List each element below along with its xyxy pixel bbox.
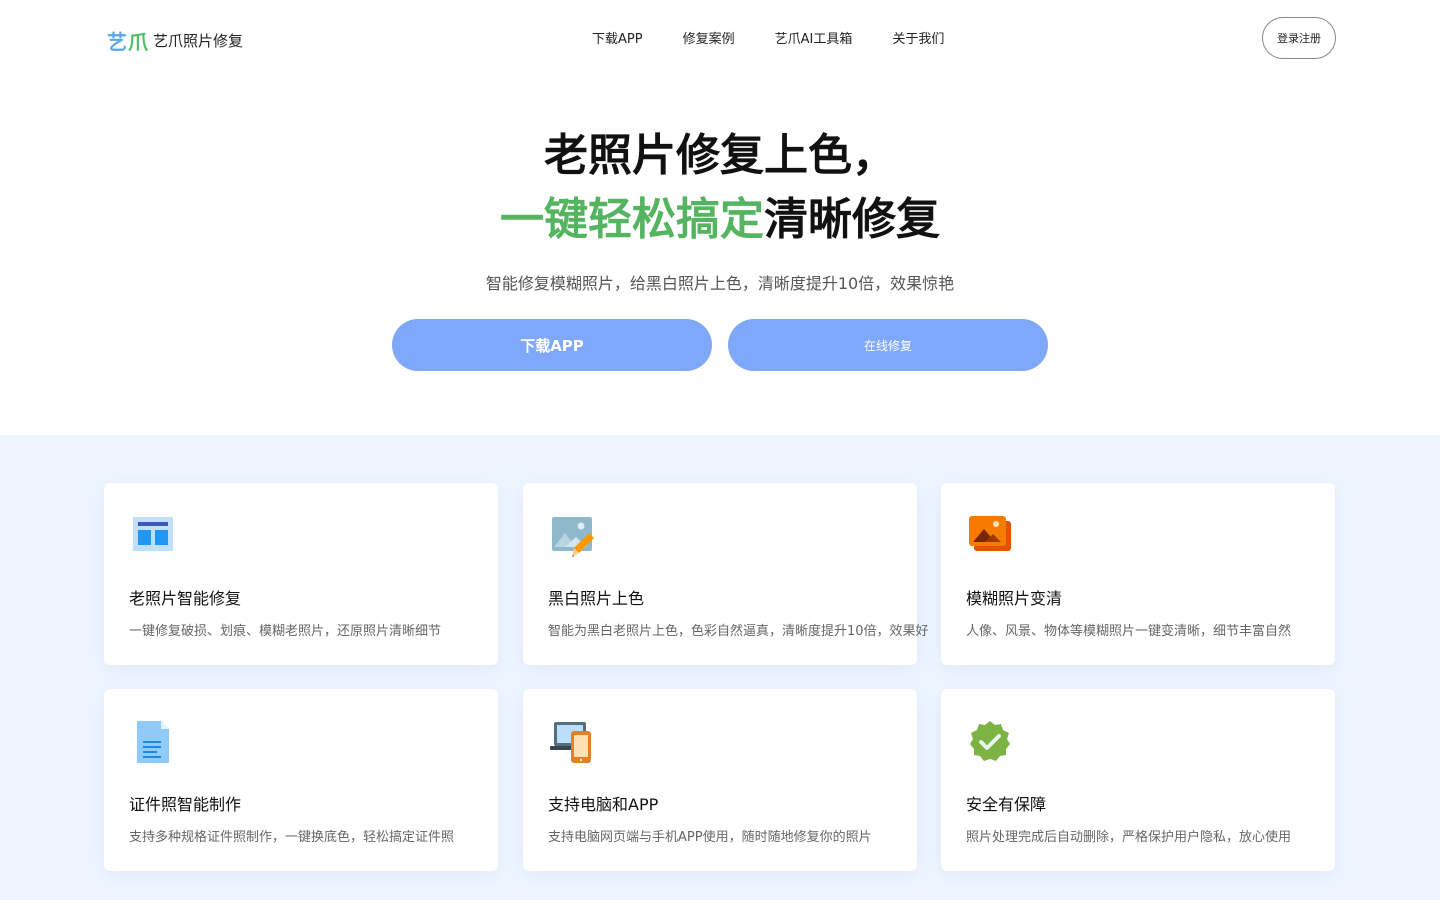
- online-repair-button[interactable]: 在线修复: [728, 319, 1048, 371]
- feature-title: 老照片智能修复: [129, 589, 242, 608]
- feature-card-repair[interactable]: 老照片智能修复 一键修复破损、划痕、模糊老照片，还原照片清晰细节: [104, 483, 498, 665]
- hero-title-line1: 老照片修复上色，: [544, 130, 896, 181]
- feature-title: 证件照智能制作: [129, 795, 242, 814]
- header: 艺爪 艺爪照片修复 下载APP 修复案例 艺爪AI工具箱 关于我们 登录注册: [0, 0, 1440, 76]
- nav-download-app[interactable]: 下载APP: [592, 28, 643, 47]
- hero-section: 老照片修复上色， 一键轻松搞定清晰修复 智能修复模糊照片，给黑白照片上色，清晰度…: [0, 76, 1440, 435]
- devices-icon: [549, 719, 595, 765]
- feature-desc: 支持电脑网页端与手机APP使用，随时随地修复你的照片: [548, 830, 872, 845]
- feature-desc: 人像、风景、物体等模糊照片一键变清晰，细节丰富自然: [966, 624, 1292, 639]
- feature-card-colorize[interactable]: 黑白照片上色 智能为黑白老照片上色，色彩自然逼真，清晰度提升10倍，效果好: [523, 483, 929, 665]
- feature-desc: 一键修复破损、划痕、模糊老照片，还原照片清晰细节: [129, 624, 442, 639]
- feature-card-security[interactable]: 安全有保障 照片处理完成后自动删除，严格保护用户隐私，放心使用: [941, 689, 1335, 871]
- feature-card-enhance[interactable]: 模糊照片变清 人像、风景、物体等模糊照片一键变清晰，细节丰富自然: [941, 483, 1335, 665]
- image-edit-icon: [549, 513, 595, 559]
- feature-card-platforms[interactable]: 支持电脑和APP 支持电脑网页端与手机APP使用，随时随地修复你的照片: [523, 689, 917, 871]
- nav-about[interactable]: 关于我们: [892, 28, 944, 47]
- hero-title-line2: 一键轻松搞定清晰修复: [0, 192, 1440, 248]
- hero-title-highlight: 一键轻松搞定: [500, 194, 764, 245]
- logo[interactable]: 艺爪 艺爪照片修复: [107, 26, 243, 55]
- logo-mark: 艺爪: [107, 30, 149, 54]
- feature-title: 安全有保障: [966, 795, 1047, 814]
- feature-desc: 智能为黑白老照片上色，色彩自然逼真，清晰度提升10倍，效果好: [548, 624, 929, 639]
- document-icon: [130, 719, 176, 765]
- hero-subtitle: 智能修复模糊照片，给黑白照片上色，清晰度提升10倍，效果惊艳: [485, 274, 955, 293]
- photos-icon: [967, 513, 1013, 559]
- nav-cases[interactable]: 修复案例: [683, 28, 735, 47]
- feature-title: 模糊照片变清: [966, 589, 1063, 608]
- top-nav: 下载APP 修复案例 艺爪AI工具箱 关于我们: [592, 28, 944, 47]
- hero-title-rest: 清晰修复: [764, 194, 940, 245]
- feature-title: 支持电脑和APP: [548, 795, 659, 814]
- feature-desc: 照片处理完成后自动删除，严格保护用户隐私，放心使用: [966, 830, 1292, 845]
- download-app-button[interactable]: 下载APP: [392, 319, 712, 371]
- feature-card-id-photo[interactable]: 证件照智能制作 支持多种规格证件照制作，一键换底色，轻松搞定证件照: [104, 689, 498, 871]
- nav-ai-toolbox[interactable]: 艺爪AI工具箱: [775, 28, 853, 47]
- verified-icon: [967, 719, 1013, 765]
- feature-desc: 支持多种规格证件照制作，一键换底色，轻松搞定证件照: [129, 830, 455, 845]
- logo-text: 艺爪照片修复: [153, 32, 244, 50]
- features-section: 老照片智能修复 一键修复破损、划痕、模糊老照片，还原照片清晰细节 黑白照片上色 …: [0, 435, 1440, 900]
- feature-title: 黑白照片上色: [548, 589, 645, 608]
- login-register-button[interactable]: 登录注册: [1262, 17, 1336, 59]
- layout-icon: [130, 513, 176, 559]
